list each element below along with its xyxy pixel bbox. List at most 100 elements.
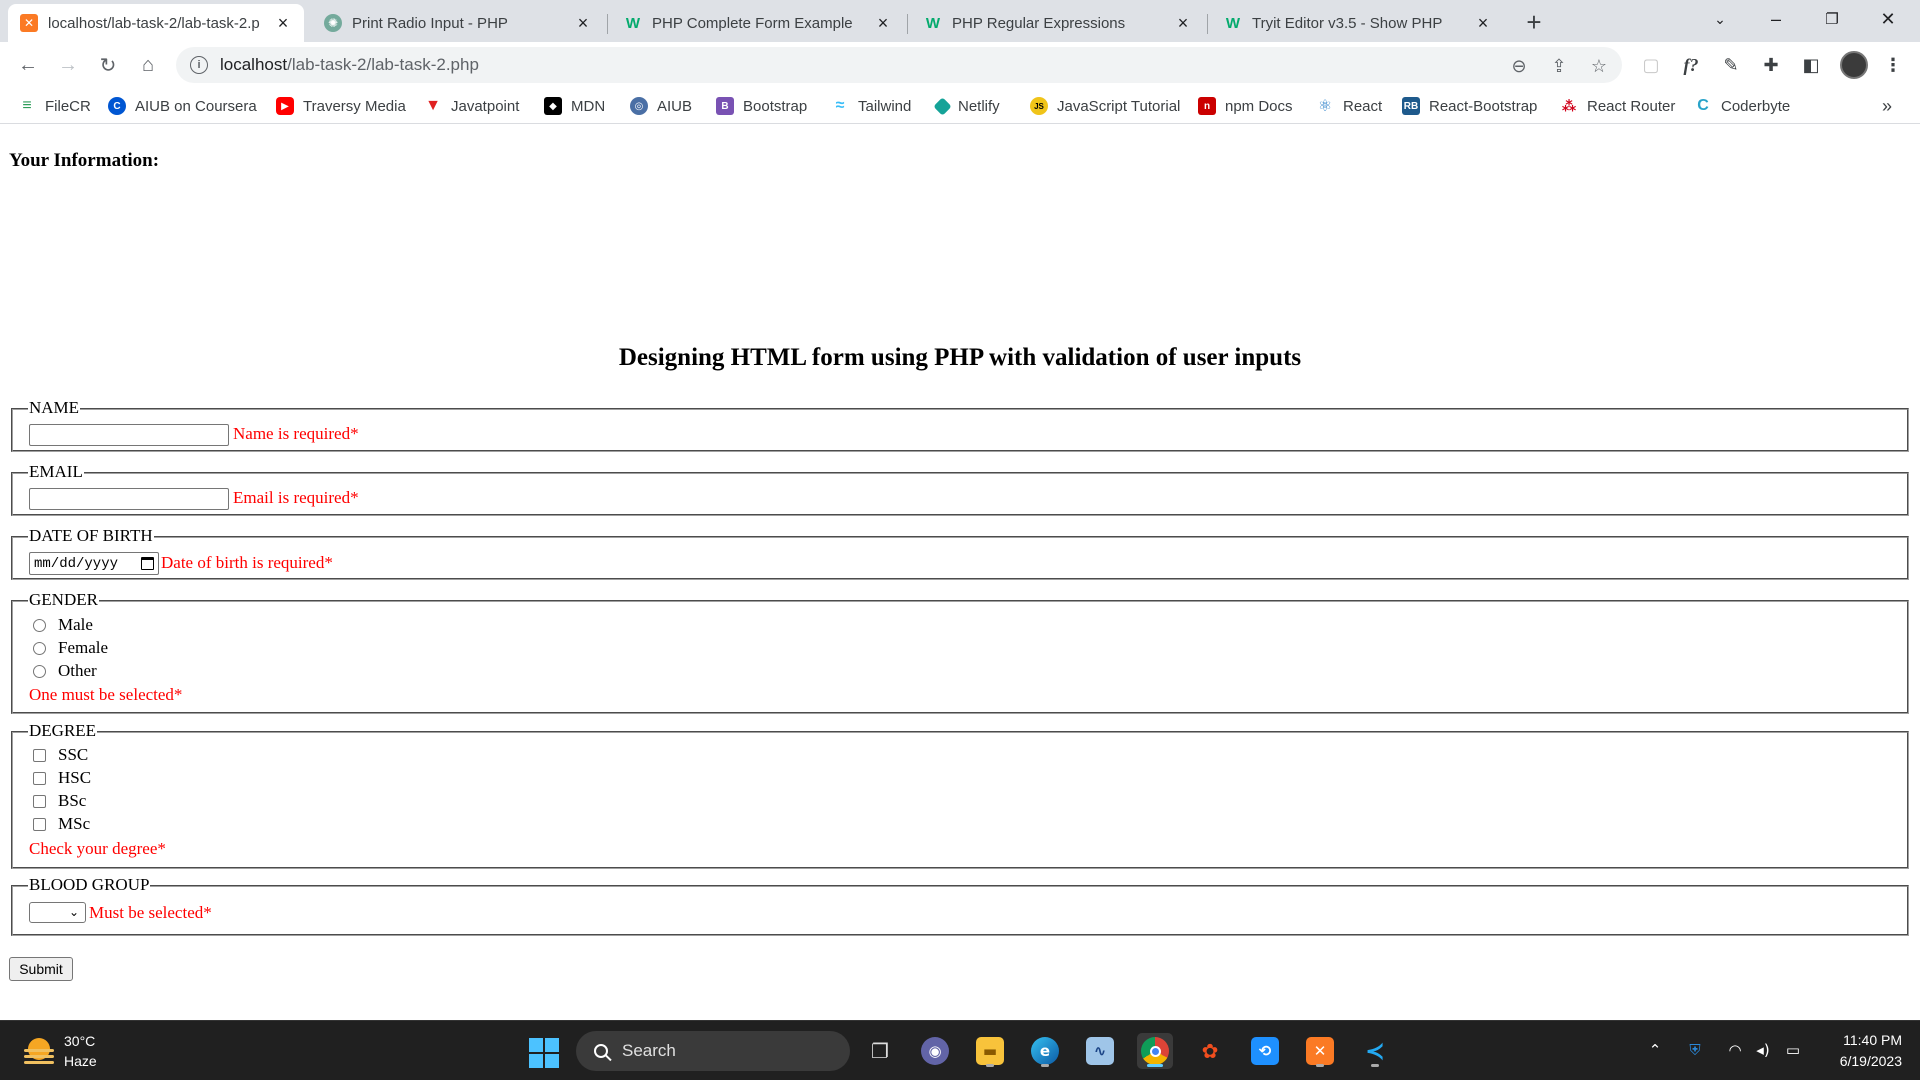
gender-legend: GENDER	[28, 590, 99, 610]
weather-haze-icon[interactable]	[22, 1036, 54, 1064]
clock-time[interactable]: 11:40 PM	[1820, 1032, 1902, 1048]
restore-button[interactable]: ❐	[1804, 0, 1860, 38]
taskbar-search[interactable]: Search	[576, 1031, 850, 1071]
close-tab-icon[interactable]: ×	[274, 13, 292, 33]
site-info-icon[interactable]: i	[190, 56, 208, 74]
gender-option-male[interactable]: Male	[29, 614, 93, 636]
forward-icon[interactable]: →	[54, 51, 82, 79]
show-hidden-icons-chevron[interactable]: ⌃	[1644, 1039, 1666, 1061]
weather-temperature[interactable]: 30°C	[64, 1033, 95, 1049]
gender-error: One must be selected*	[29, 685, 183, 704]
radio-button[interactable]	[33, 641, 46, 655]
checkbox[interactable]	[33, 794, 46, 808]
teams-chat-icon[interactable]: ◉	[917, 1033, 953, 1069]
bookmark-star-icon[interactable]: ☆	[1588, 55, 1610, 77]
bookmark-filecr[interactable]: ≡ FileCR	[18, 94, 91, 118]
share-icon[interactable]: ⇪	[1548, 55, 1570, 77]
degree-option-hsc[interactable]: HSC	[29, 767, 91, 789]
bookmark-react-bootstrap[interactable]: RB React-Bootstrap	[1402, 94, 1537, 118]
postman-sync-icon[interactable]: ⟲	[1247, 1033, 1283, 1069]
bookmark-aiub-coursera[interactable]: C AIUB on Coursera	[108, 94, 257, 118]
bookmark-netlify[interactable]: Netlify	[933, 94, 1000, 118]
security-shield-icon[interactable]: ⛨	[1684, 1039, 1706, 1061]
degree-option-bsc[interactable]: BSc	[29, 790, 86, 812]
xampp-taskbar-icon[interactable]: ✕	[1302, 1033, 1338, 1069]
bookmark-bootstrap[interactable]: B Bootstrap	[716, 94, 807, 118]
bookmarks-bar: ≡ FileCR C AIUB on Coursera ▶ Traversy Medi…	[0, 88, 1920, 124]
back-icon[interactable]: ←	[14, 51, 42, 79]
function-extension-icon[interactable]: f?	[1678, 52, 1704, 78]
name-input[interactable]	[29, 424, 229, 446]
task-view-icon[interactable]: ❐	[862, 1033, 898, 1069]
dob-error: Date of birth is required*	[161, 553, 333, 572]
gender-option-other[interactable]: Other	[29, 660, 97, 682]
bookmark-npm-docs[interactable]: n npm Docs	[1198, 94, 1293, 118]
weather-description[interactable]: Haze	[64, 1053, 97, 1069]
menu-kebab-icon[interactable]: ⋮	[1880, 52, 1906, 78]
tab-php-complete-form[interactable]: W PHP Complete Form Example ×	[612, 4, 904, 42]
bookmark-coderbyte[interactable]: C Coderbyte	[1694, 94, 1790, 118]
degree-option-msc[interactable]: MSc	[29, 813, 90, 835]
bookmark-react[interactable]: ⚛ React	[1316, 94, 1382, 118]
calendar-icon[interactable]	[141, 557, 154, 570]
battery-icon[interactable]: ▭	[1782, 1039, 1804, 1061]
more-bookmarks-icon[interactable]: »	[1882, 96, 1892, 117]
extension-icon[interactable]: ▢	[1638, 52, 1664, 78]
checkbox[interactable]	[33, 817, 46, 831]
checkbox[interactable]	[33, 771, 46, 785]
w3schools-icon: W	[625, 14, 641, 32]
radio-button[interactable]	[33, 618, 46, 632]
volume-icon[interactable]: ◂)	[1752, 1039, 1774, 1061]
close-tab-icon[interactable]: ×	[1174, 13, 1192, 33]
close-window-button[interactable]: ✕	[1860, 0, 1916, 38]
bookmark-tailwind[interactable]: ≈ Tailwind	[831, 94, 912, 118]
degree-option-ssc[interactable]: SSC	[29, 744, 88, 766]
blood-group-select[interactable]: ⌄	[29, 902, 86, 923]
side-panel-icon[interactable]: ◧	[1798, 52, 1824, 78]
minimize-button[interactable]: –	[1748, 0, 1804, 38]
bookmark-react-router[interactable]: ⁂ React Router	[1560, 94, 1676, 118]
tab-lab-task-2[interactable]: ✕ localhost/lab-task-2/lab-task-2.p ×	[8, 4, 304, 42]
zoom-icon[interactable]: ⊖	[1508, 55, 1530, 77]
resource-monitor-icon[interactable]: ∿	[1082, 1033, 1118, 1069]
tab-print-radio-input[interactable]: ✺ Print Radio Input - PHP ×	[312, 4, 604, 42]
gender-option-female[interactable]: Female	[29, 637, 108, 659]
blood-group-legend: BLOOD GROUP	[28, 875, 151, 895]
tab-tryit-editor[interactable]: W Tryit Editor v3.5 - Show PHP ×	[1212, 4, 1504, 42]
address-bar[interactable]: i localhost/lab-task-2/lab-task-2.php ⊖ …	[176, 47, 1622, 83]
new-tab-button[interactable]: +	[1520, 7, 1548, 37]
reload-icon[interactable]: ↻	[94, 51, 122, 79]
email-input[interactable]	[29, 488, 229, 510]
dob-input[interactable]: mm/dd/yyyy	[29, 552, 159, 575]
gender-fieldset: GENDER Male Female Other One must be sel…	[11, 590, 1909, 714]
bookmark-aiub[interactable]: ◎ AIUB	[630, 94, 692, 118]
bookmark-javatpoint[interactable]: ▼ Javatpoint	[424, 94, 519, 118]
clock-date[interactable]: 6/19/2023	[1820, 1053, 1902, 1069]
figma-icon[interactable]: ✿	[1192, 1033, 1228, 1069]
bookmark-mdn[interactable]: ◆ MDN	[544, 94, 605, 118]
tab-search-icon[interactable]: ⌄	[1692, 0, 1748, 38]
checkbox[interactable]	[33, 748, 46, 762]
radio-button[interactable]	[33, 664, 46, 678]
edge-browser-icon[interactable]: e	[1027, 1033, 1063, 1069]
wifi-icon[interactable]: ◠	[1724, 1039, 1746, 1061]
bookmark-javascript-tutorial[interactable]: JS JavaScript Tutorial	[1030, 94, 1180, 118]
filecr-icon: ≡	[22, 97, 32, 114]
vscode-icon[interactable]: ≺	[1357, 1033, 1393, 1069]
bookmark-traversy-media[interactable]: ▶ Traversy Media	[276, 94, 406, 118]
dob-legend: DATE OF BIRTH	[28, 526, 154, 546]
submit-button[interactable]: Submit	[9, 957, 73, 981]
react-icon: ⚛	[1317, 98, 1333, 115]
close-tab-icon[interactable]: ×	[574, 13, 592, 33]
file-explorer-icon[interactable]: ▬	[972, 1033, 1008, 1069]
home-icon[interactable]: ⌂	[134, 51, 162, 79]
close-tab-icon[interactable]: ×	[874, 13, 892, 33]
tab-php-regex[interactable]: W PHP Regular Expressions ×	[912, 4, 1204, 42]
profile-avatar[interactable]	[1840, 51, 1868, 79]
close-tab-icon[interactable]: ×	[1474, 13, 1492, 33]
color-picker-icon[interactable]: ✎	[1718, 52, 1744, 78]
tab-separator	[907, 14, 908, 34]
extensions-puzzle-icon[interactable]: ✚	[1758, 52, 1784, 78]
windows-start-icon[interactable]	[529, 1038, 559, 1068]
chrome-browser-icon[interactable]	[1137, 1033, 1173, 1069]
